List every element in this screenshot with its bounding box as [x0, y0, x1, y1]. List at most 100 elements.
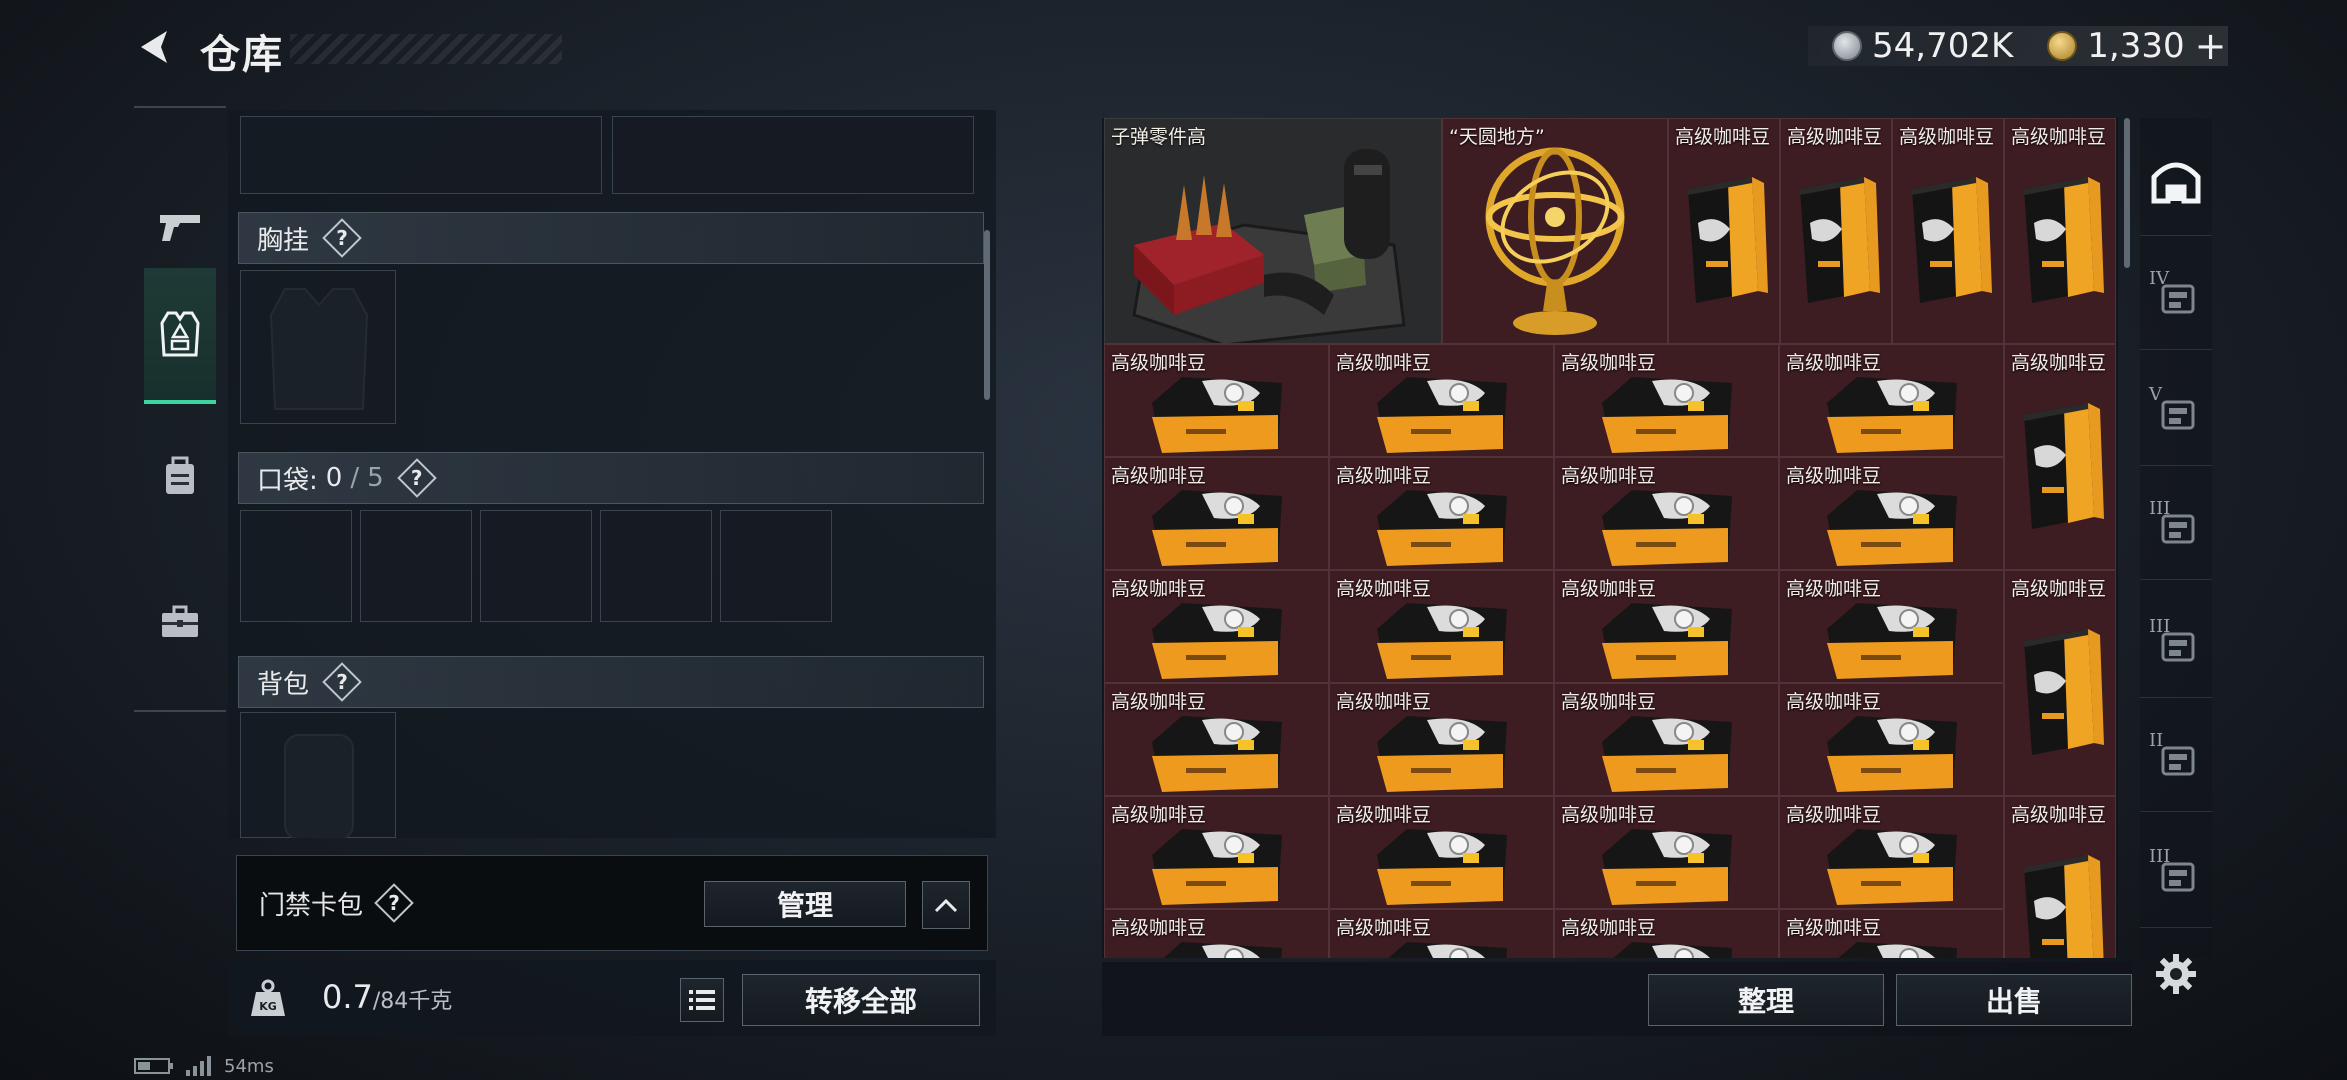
- warehouse-item[interactable]: 高级咖啡豆: [2004, 344, 2116, 570]
- warehouse-item[interactable]: 高级咖啡豆: [1554, 683, 1779, 796]
- warehouse-item[interactable]: 高级咖啡豆: [1554, 344, 1779, 457]
- warehouse-item[interactable]: 高级咖啡豆: [1329, 909, 1554, 958]
- pockets-help-icon[interactable]: ?: [400, 461, 434, 495]
- warehouse-item[interactable]: 高级咖啡豆: [1779, 570, 2004, 683]
- gear-icon: [2156, 954, 2196, 994]
- warehouse-item[interactable]: 高级咖啡豆: [1329, 796, 1554, 909]
- backpack-help-icon[interactable]: ?: [325, 665, 359, 699]
- item-name: 高级咖啡豆: [1786, 804, 1882, 826]
- backpack-category-button[interactable]: [144, 408, 216, 544]
- warehouse-item[interactable]: 高级咖啡豆: [1779, 457, 2004, 570]
- warehouse-item[interactable]: 子弹零件高: [1104, 118, 1442, 344]
- chest-rig-slot[interactable]: [240, 270, 396, 424]
- collapse-button[interactable]: [922, 881, 970, 929]
- tier-3-filter-b-button[interactable]: III: [2140, 588, 2212, 698]
- item-name: 高级咖啡豆: [1336, 465, 1432, 487]
- warehouse-item[interactable]: 高级咖啡豆: [1104, 457, 1329, 570]
- pocket-slot[interactable]: [360, 510, 472, 622]
- coffee-bag-icon: [2005, 615, 2115, 769]
- warehouse-item[interactable]: 高级咖啡豆: [1780, 118, 1892, 344]
- warehouse-item[interactable]: 高级咖啡豆: [1779, 909, 2004, 958]
- warehouse-item[interactable]: 高级咖啡豆: [1104, 570, 1329, 683]
- item-name: 高级咖啡豆: [1787, 126, 1883, 148]
- warehouse-item[interactable]: 高级咖啡豆: [1329, 457, 1554, 570]
- item-name: 高级咖啡豆: [1561, 578, 1657, 600]
- add-currency-button[interactable]: +: [2195, 24, 2227, 68]
- warehouse-item[interactable]: 高级咖啡豆: [1779, 796, 2004, 909]
- gold-coin-icon: [2047, 31, 2078, 61]
- silver-amount: 54,702K: [1872, 26, 2014, 66]
- warehouse-item[interactable]: 高级咖啡豆: [2004, 118, 2116, 344]
- briefcase-icon: [162, 605, 198, 637]
- warehouse-scrollbar[interactable]: [2124, 118, 2130, 268]
- sell-button[interactable]: 出售: [1896, 974, 2132, 1026]
- warehouse-item[interactable]: 高级咖啡豆: [1554, 796, 1779, 909]
- warehouse-item[interactable]: 高级咖啡豆: [1329, 344, 1554, 457]
- equipment-slot[interactable]: [612, 116, 974, 194]
- tier-5-filter-button[interactable]: V: [2140, 356, 2212, 466]
- all-items-icon: [2151, 162, 2201, 203]
- case-category-button[interactable]: [144, 554, 216, 690]
- warehouse-item[interactable]: 高级咖啡豆: [1779, 683, 2004, 796]
- equipment-scrollbar[interactable]: [984, 230, 990, 400]
- pocket-slot[interactable]: [600, 510, 712, 622]
- warehouse-item[interactable]: 高级咖啡豆: [1554, 570, 1779, 683]
- battery-icon: [134, 1058, 173, 1074]
- coffee-bag-icon: [2005, 841, 2115, 958]
- item-name: 高级咖啡豆: [1675, 126, 1771, 148]
- item-name: 高级咖啡豆: [1336, 578, 1432, 600]
- backpack-silhouette-icon: [284, 734, 354, 838]
- warehouse-item[interactable]: 高级咖啡豆: [1554, 457, 1779, 570]
- weight-current: 0.7: [322, 978, 373, 1016]
- tier-4-filter-button[interactable]: IV: [2140, 240, 2212, 350]
- warehouse-item[interactable]: 高级咖啡豆: [1104, 344, 1329, 457]
- chevron-up-icon: [934, 898, 958, 913]
- settings-button[interactable]: [2150, 948, 2202, 1000]
- item-name: 高级咖啡豆: [1786, 465, 1882, 487]
- tier-3-filter-a-button[interactable]: III: [2140, 470, 2212, 580]
- warehouse-item[interactable]: 高级咖啡豆: [1892, 118, 2004, 344]
- warehouse-item[interactable]: 高级咖啡豆: [1554, 909, 1779, 958]
- warehouse-item[interactable]: 高级咖啡豆: [1329, 683, 1554, 796]
- gold-amount: 1,330: [2087, 26, 2185, 66]
- warehouse-item[interactable]: 高级咖啡豆: [1104, 796, 1329, 909]
- equipment-panel: 胸挂 ? 口袋: 0/5 ? 背包 ?: [228, 110, 996, 838]
- item-name: 高级咖啡豆: [2011, 578, 2107, 600]
- equipment-category-button[interactable]: [144, 268, 216, 404]
- all-items-button[interactable]: [2140, 126, 2212, 236]
- chest-rig-label: 胸挂: [257, 225, 310, 256]
- pocket-slot[interactable]: [240, 510, 352, 622]
- organize-button[interactable]: 整理: [1648, 974, 1884, 1026]
- tier-3-filter-c-button[interactable]: III: [2140, 818, 2212, 928]
- keycard-help-icon[interactable]: ?: [377, 886, 411, 920]
- warehouse-item[interactable]: “天圆地方”: [1442, 118, 1668, 344]
- equipment-slot[interactable]: [240, 116, 602, 194]
- back-button[interactable]: [130, 22, 180, 72]
- ping-text: 54ms: [224, 1055, 274, 1077]
- warehouse-item[interactable]: 高级咖啡豆: [1779, 344, 2004, 457]
- pockets-header: 口袋: 0/5 ?: [238, 452, 984, 504]
- weight-max: /84千克: [372, 989, 453, 1014]
- tier-item-icon: [2161, 400, 2195, 429]
- list-view-button[interactable]: [680, 978, 724, 1022]
- category-strip: [134, 106, 226, 712]
- chest-rig-header: 胸挂 ?: [238, 212, 984, 264]
- manage-button[interactable]: 管理: [704, 881, 906, 927]
- pocket-slot[interactable]: [480, 510, 592, 622]
- tier-item-icon: [2161, 632, 2195, 661]
- warehouse-item[interactable]: 高级咖啡豆: [2004, 570, 2116, 796]
- warehouse-item[interactable]: 高级咖啡豆: [1104, 909, 1329, 958]
- pocket-slot[interactable]: [720, 510, 832, 622]
- tier-2-filter-button[interactable]: II: [2140, 702, 2212, 812]
- warehouse-item[interactable]: 高级咖啡豆: [2004, 796, 2116, 958]
- transfer-all-button[interactable]: 转移全部: [742, 974, 980, 1026]
- warehouse-grid: 子弹零件高 “天圆地方” 高级咖啡豆 高级咖啡豆 高级咖啡豆 高级咖啡豆 高级咖…: [1104, 118, 2116, 958]
- backpack-slot[interactable]: [240, 712, 396, 838]
- warehouse-item[interactable]: 高级咖啡豆: [1668, 118, 1780, 344]
- warehouse-item[interactable]: 高级咖啡豆: [1329, 570, 1554, 683]
- chest-rig-help-icon[interactable]: ?: [325, 221, 359, 255]
- backpack-icon: [166, 456, 194, 494]
- warehouse-item[interactable]: 高级咖啡豆: [1104, 683, 1329, 796]
- coffee-bag-icon: [1781, 163, 1891, 317]
- tier-item-icon: [2161, 862, 2195, 891]
